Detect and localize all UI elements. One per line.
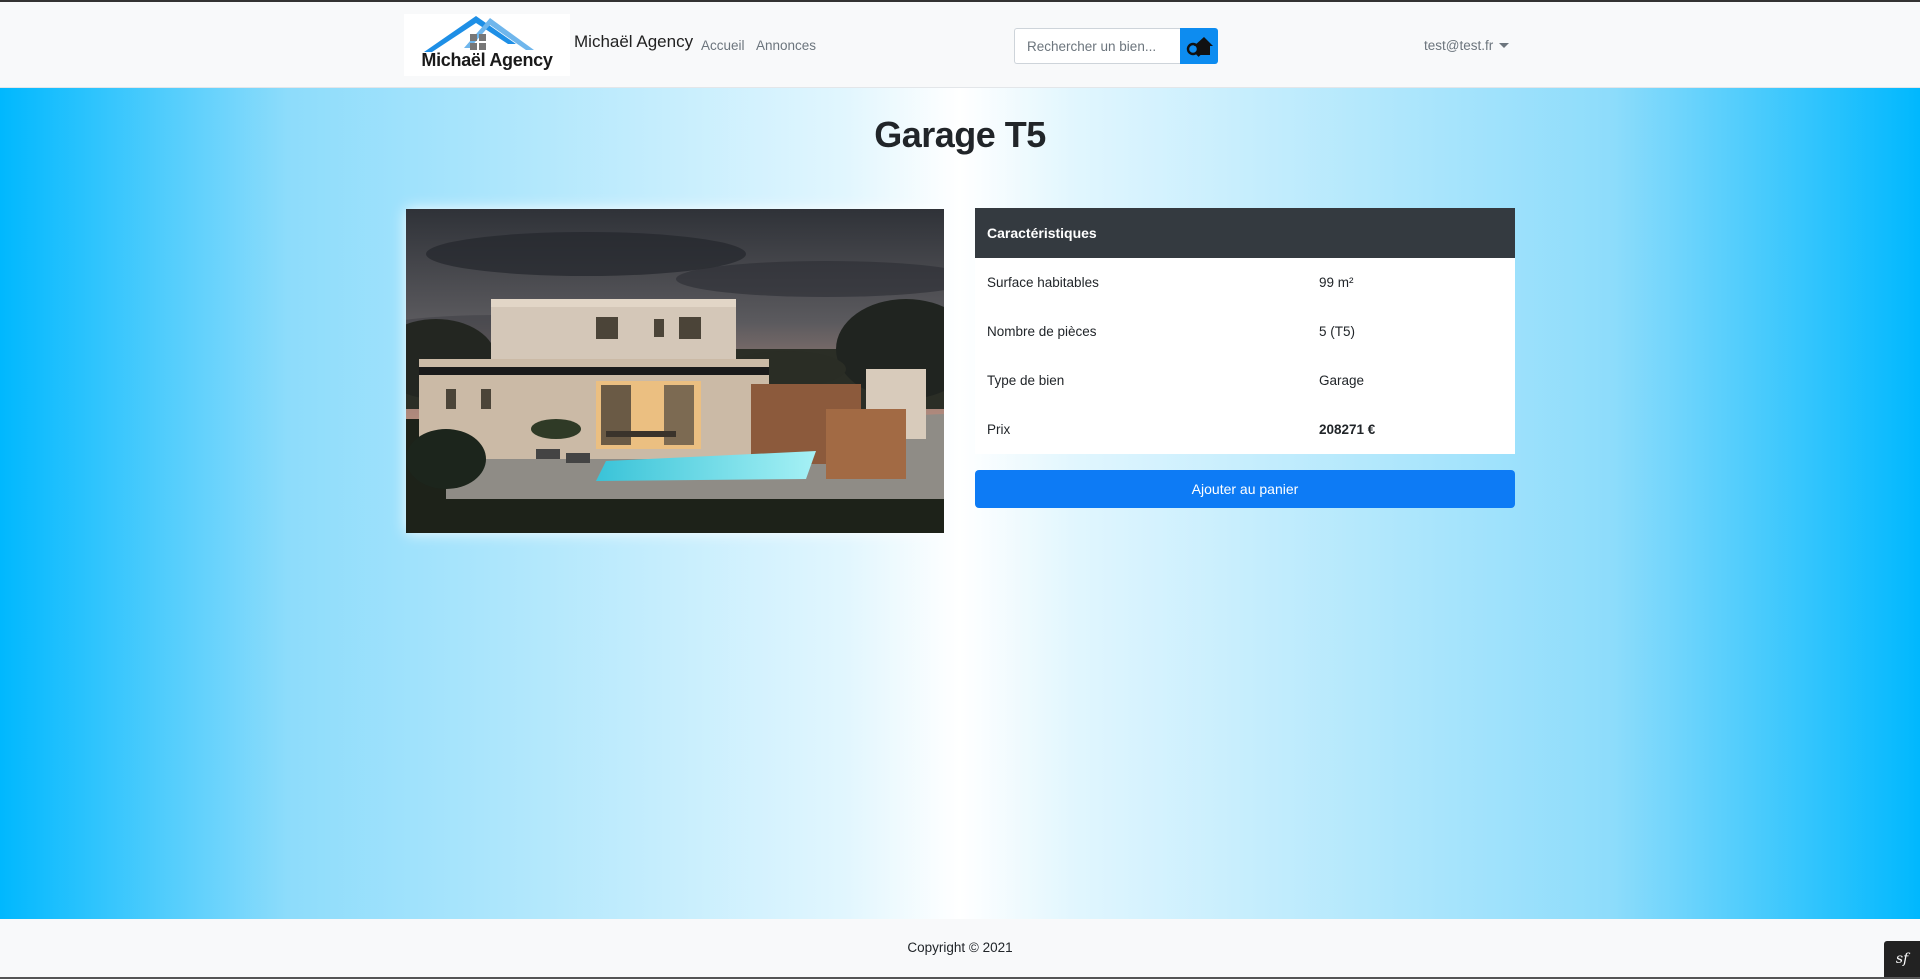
row-label-surface: Surface habitables — [987, 275, 1099, 290]
caret-down-icon — [1499, 43, 1510, 48]
search-button[interactable] — [1180, 28, 1218, 64]
table-row: Type de bien Garage — [975, 356, 1515, 405]
row-value-price: 208271 € — [1319, 422, 1376, 437]
row-value-type: Garage — [1319, 373, 1365, 388]
brand-name[interactable]: Michaël Agency — [574, 32, 693, 52]
footer: Copyright © 2021 sf — [0, 919, 1920, 977]
characteristics-card: Caractéristiques Surface habitables 99 m… — [975, 208, 1515, 454]
nav-link-annonces[interactable]: Annonces — [756, 38, 816, 53]
page-title: Garage T5 — [874, 114, 1046, 155]
table-row: Nombre de pièces 5 (T5) — [975, 307, 1515, 356]
house-search-icon — [1186, 37, 1213, 57]
search-input[interactable] — [1014, 28, 1180, 64]
user-dropdown[interactable]: test@test.fr — [1424, 38, 1510, 53]
copyright-text: Copyright © 2021 — [907, 940, 1013, 955]
row-label-rooms: Nombre de pièces — [987, 324, 1097, 339]
main-content: Garage T5 Caractéristiques Surface habit… — [0, 88, 1920, 919]
add-to-cart-button[interactable]: Ajouter au panier — [975, 470, 1515, 508]
symfony-toolbar-icon[interactable]: sf — [1884, 941, 1920, 977]
logo-text: Michaël Agency — [421, 50, 553, 70]
row-label-type: Type de bien — [987, 373, 1065, 388]
row-label-price: Prix — [987, 422, 1011, 437]
card-header: Caractéristiques — [975, 208, 1515, 258]
nav-link-accueil[interactable]: Accueil — [701, 38, 745, 53]
characteristics-table: Surface habitables 99 m² Nombre de pièce… — [975, 258, 1515, 454]
user-email: test@test.fr — [1424, 38, 1494, 53]
agency-logo[interactable]: Michaël Agency — [404, 14, 570, 76]
row-value-surface: 99 m² — [1319, 275, 1354, 290]
table-row: Prix 208271 € — [975, 405, 1515, 454]
table-row: Surface habitables 99 m² — [975, 258, 1515, 307]
property-photo — [406, 209, 944, 533]
row-value-rooms: 5 (T5) — [1319, 324, 1356, 339]
navbar: Michaël Agency Michaël Agency Accueil An… — [0, 2, 1920, 88]
